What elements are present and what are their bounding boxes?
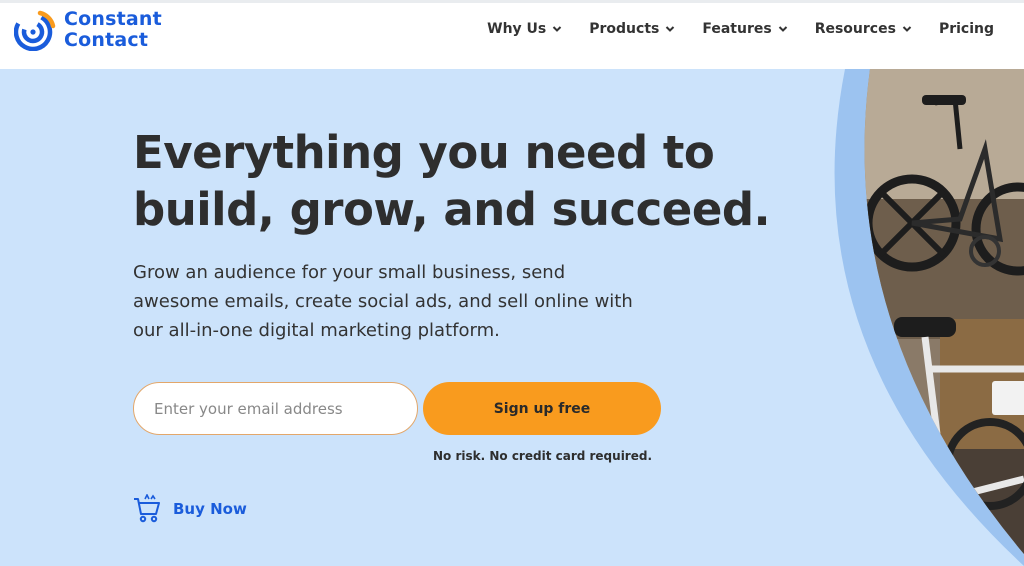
- email-field[interactable]: [133, 382, 418, 435]
- brand-name-line2: Contact: [64, 29, 149, 51]
- nav-item-label: Pricing: [938, 21, 994, 37]
- nav-item-products[interactable]: Products: [589, 21, 675, 37]
- chevron-down-icon: [666, 26, 675, 32]
- brand-logo[interactable]: Constant Contact: [14, 9, 162, 51]
- nav-item-label: Resources: [814, 21, 896, 37]
- chevron-down-icon: [902, 26, 912, 32]
- nav-item-pricing[interactable]: Pricing: [939, 21, 994, 37]
- hero-headline-line1: Everything you need to: [133, 126, 715, 179]
- chevron-down-icon: [778, 26, 787, 32]
- brand-name-line1: Constant: [64, 8, 162, 30]
- nav-item-resources[interactable]: Resources: [815, 21, 912, 37]
- nav-item-why-us[interactable]: Why Us: [487, 21, 562, 37]
- buy-now-link[interactable]: Buy Now: [133, 494, 247, 524]
- chevron-down-icon: [553, 26, 562, 32]
- sign-up-button[interactable]: Sign up free: [423, 382, 661, 435]
- signup-disclaimer: No risk. No credit card required.: [433, 449, 653, 463]
- top-navigation-bar: Constant Contact Why Us Products Feature…: [0, 0, 1024, 69]
- hero-headline: Everything you need to build, grow, and …: [133, 124, 813, 238]
- nav-item-label: Features: [702, 21, 772, 37]
- constant-contact-logo-icon: [14, 10, 56, 51]
- hero-subtext: Grow an audience for your small business…: [133, 262, 633, 341]
- buy-now-label: Buy Now: [173, 500, 247, 518]
- nav-item-label: Why Us: [487, 21, 547, 37]
- main-nav: Why Us Products Features Resources Prici…: [460, 21, 994, 37]
- brand-name: Constant Contact: [64, 9, 162, 51]
- hero-headline-line2: build, grow, and succeed.: [133, 183, 771, 236]
- nav-item-features[interactable]: Features: [702, 21, 787, 37]
- nav-item-label: Products: [589, 21, 660, 37]
- shopping-cart-icon: [134, 494, 160, 523]
